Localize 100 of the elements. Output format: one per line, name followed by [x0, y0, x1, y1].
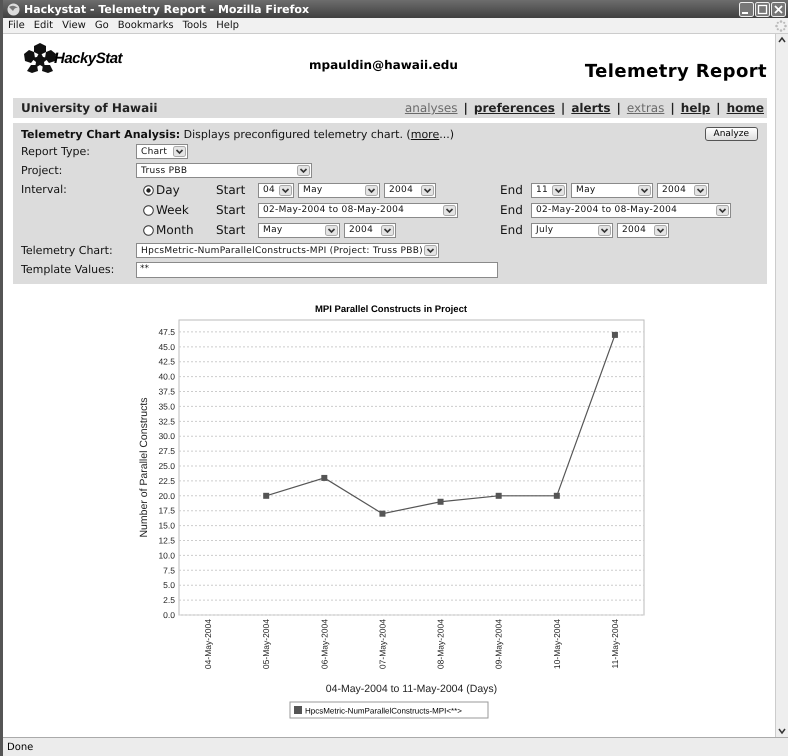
user-email: mpauldin@hawaii.edu — [308, 58, 459, 72]
y-tick-label: 10.0 — [158, 550, 175, 560]
analyze-button[interactable]: Analyze — [704, 127, 758, 141]
dropdown[interactable]: May — [258, 222, 340, 238]
caret-icon — [421, 184, 434, 196]
logo-text: HackyStat — [54, 50, 122, 66]
caret-icon — [365, 184, 378, 196]
window-title: Hackystat - Telemetry Report - Mozilla Firefox — [24, 2, 310, 16]
caret-icon — [598, 224, 611, 236]
menu-item[interactable]: Edit — [30, 20, 60, 31]
radio-button[interactable] — [143, 204, 154, 216]
dropdown[interactable]: 2004 — [657, 182, 709, 198]
input-field[interactable]: ** — [136, 262, 498, 278]
y-tick-label: 7.5 — [163, 565, 175, 576]
y-tick-label: 32.5 — [158, 416, 175, 426]
y-tick-label: 17.5 — [158, 506, 175, 516]
x-tick-label: 05-May-2004 — [261, 619, 272, 670]
menu-item[interactable]: Tools — [180, 20, 214, 31]
caret-icon — [694, 184, 707, 196]
caret-icon — [424, 245, 437, 256]
x-tick-label: 07-May-2004 — [377, 619, 388, 670]
dropdown[interactable]: 11 — [531, 182, 567, 198]
dropdown[interactable]: Truss PBB — [136, 163, 312, 178]
caret-icon — [297, 165, 310, 176]
radio-label[interactable]: Day — [156, 183, 180, 197]
separator: | — [670, 101, 675, 115]
start-label: Start — [216, 223, 246, 237]
dropdown[interactable]: 2004 — [384, 182, 436, 198]
y-axis-title: Number of Parallel Constructs — [138, 397, 150, 538]
y-tick-label: 45.0 — [158, 342, 175, 352]
status-text: Done — [7, 742, 34, 752]
nav-link[interactable]: preferences — [474, 101, 555, 115]
description: Telemetry Chart Analysis: Displays preconfigured telemetry chart. (more...) — [21, 128, 454, 140]
dropdown[interactable]: 02-May-2004 to 08-May-2004 — [531, 202, 731, 218]
browser-icon — [7, 2, 20, 16]
chart-title: MPI Parallel Constructs in Project — [314, 304, 468, 315]
page-title: Telemetry Report — [584, 61, 767, 82]
radio-button[interactable] — [143, 224, 154, 236]
caret-icon — [325, 224, 338, 236]
nav-link[interactable]: help — [680, 101, 710, 115]
nav-link[interactable]: analyses — [404, 101, 458, 115]
dropdown[interactable]: Chart — [136, 144, 188, 159]
end-label: End — [500, 223, 524, 237]
dropdown[interactable]: May — [298, 182, 380, 198]
maximize-icon[interactable] — [755, 2, 770, 16]
legend-label: HpcsMetric-NumParallelConstructs-MPI<**> — [305, 706, 462, 716]
end-label: End — [500, 183, 524, 197]
x-tick-label: 09-May-2004 — [494, 619, 504, 670]
field-label: Project: — [21, 163, 64, 179]
minimize-icon[interactable] — [739, 2, 754, 16]
y-tick-label: 30.0 — [158, 431, 175, 442]
y-tick-label: 42.5 — [158, 356, 175, 367]
menu-item[interactable]: File — [5, 20, 31, 31]
start-label: Start — [216, 203, 246, 217]
field-label: Telemetry Chart: — [21, 243, 114, 259]
y-tick-label: 47.5 — [158, 326, 175, 337]
y-tick-label: 22.5 — [158, 476, 175, 486]
caret-icon — [279, 184, 292, 196]
menu-item[interactable]: View — [59, 20, 92, 31]
dropdown[interactable]: 04 — [258, 182, 294, 198]
caret-icon — [381, 224, 394, 236]
y-tick-label: 12.5 — [158, 536, 175, 546]
y-tick-label: 40.0 — [158, 372, 175, 382]
y-tick-label: 27.5 — [158, 446, 175, 456]
close-icon[interactable] — [771, 2, 786, 16]
radio-label[interactable]: Week — [156, 203, 189, 217]
caret-icon — [716, 204, 729, 216]
y-tick-label: 37.5 — [158, 386, 175, 397]
dropdown[interactable]: 2004 — [617, 222, 669, 238]
caret-icon — [552, 184, 565, 196]
menu-item[interactable]: Bookmarks — [114, 20, 180, 31]
y-tick-label: 20.0 — [158, 490, 175, 501]
nav-link[interactable]: alerts — [571, 101, 610, 115]
radio-button[interactable] — [143, 184, 154, 196]
more-link[interactable]: more — [410, 128, 440, 140]
radio-label[interactable]: Month — [156, 223, 194, 237]
y-tick-label: 25.0 — [158, 461, 175, 471]
dropdown[interactable]: HpcsMetric-NumParallelConstructs-MPI (Project: Truss PBB) — [136, 243, 439, 258]
menu-item[interactable]: Go — [92, 20, 115, 31]
dropdown[interactable]: July — [531, 222, 613, 238]
separator: | — [464, 101, 468, 115]
menu-item[interactable]: Help — [213, 20, 246, 31]
nav-link[interactable]: home — [726, 101, 764, 115]
field-label: Template Values: — [21, 262, 116, 278]
separator: | — [616, 101, 621, 115]
x-tick-label: 10-May-2004 — [552, 619, 562, 670]
dropdown[interactable]: May — [571, 182, 653, 198]
caret-icon — [173, 146, 186, 157]
y-tick-label: 0.0 — [163, 610, 175, 620]
x-tick-label: 11-May-2004 — [610, 619, 620, 668]
spinner-icon — [775, 20, 787, 32]
caret-icon — [654, 224, 667, 236]
nav-link[interactable]: extras — [626, 101, 664, 115]
dropdown[interactable]: 02-May-2004 to 08-May-2004 — [258, 202, 458, 218]
field-label: Interval: — [21, 182, 68, 198]
dropdown[interactable]: 2004 — [344, 222, 396, 238]
organization-name: University of Hawaii — [21, 101, 158, 115]
chart-legend: HpcsMetric-NumParallelConstructs-MPI<**> — [290, 702, 488, 718]
caret-icon — [443, 204, 456, 216]
y-tick-label: 5.0 — [163, 580, 175, 590]
